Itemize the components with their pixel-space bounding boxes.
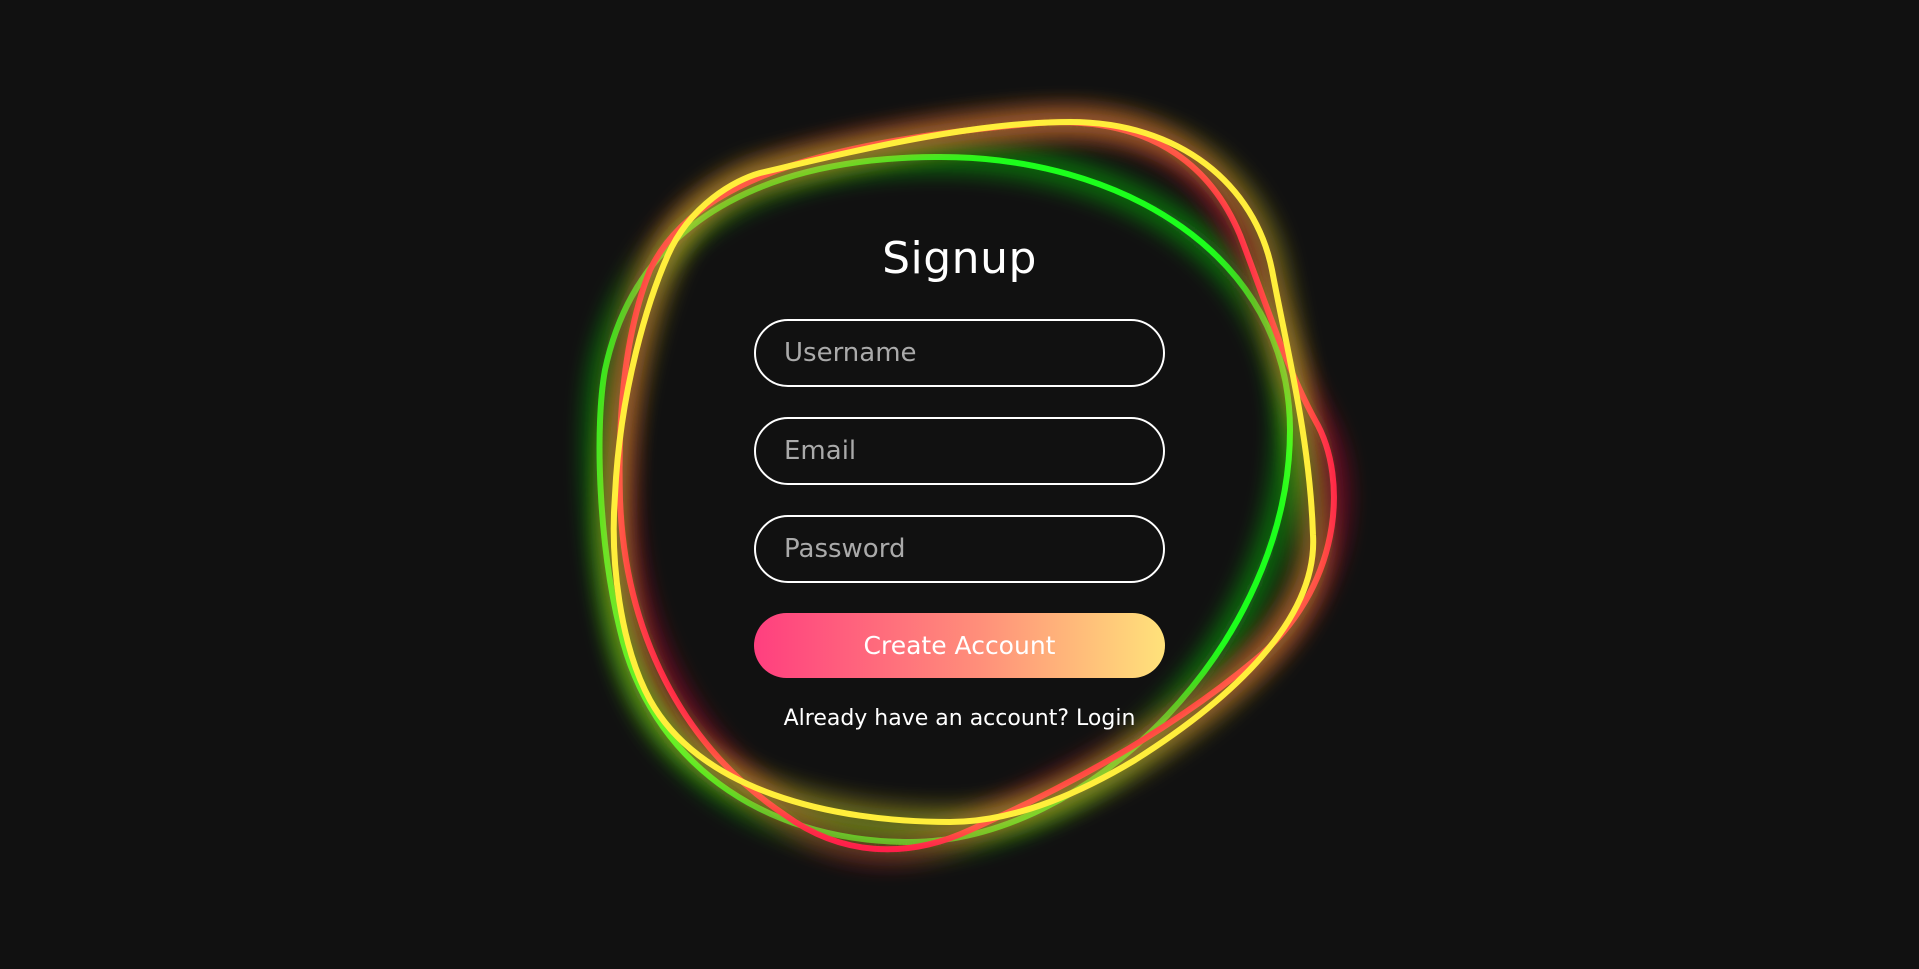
page-title: Signup (882, 233, 1037, 284)
email-field[interactable] (754, 417, 1165, 485)
create-account-button[interactable]: Create Account (754, 613, 1165, 678)
signup-page: Signup Create Account Already have an ac… (0, 0, 1919, 969)
login-link[interactable]: Login (1076, 706, 1135, 731)
login-prompt-text: Already have an account? (783, 706, 1070, 731)
login-prompt-row: Already have an account? Login (784, 706, 1136, 731)
username-field[interactable] (754, 319, 1165, 387)
password-field[interactable] (754, 515, 1165, 583)
signup-form: Signup Create Account Already have an ac… (754, 230, 1165, 731)
